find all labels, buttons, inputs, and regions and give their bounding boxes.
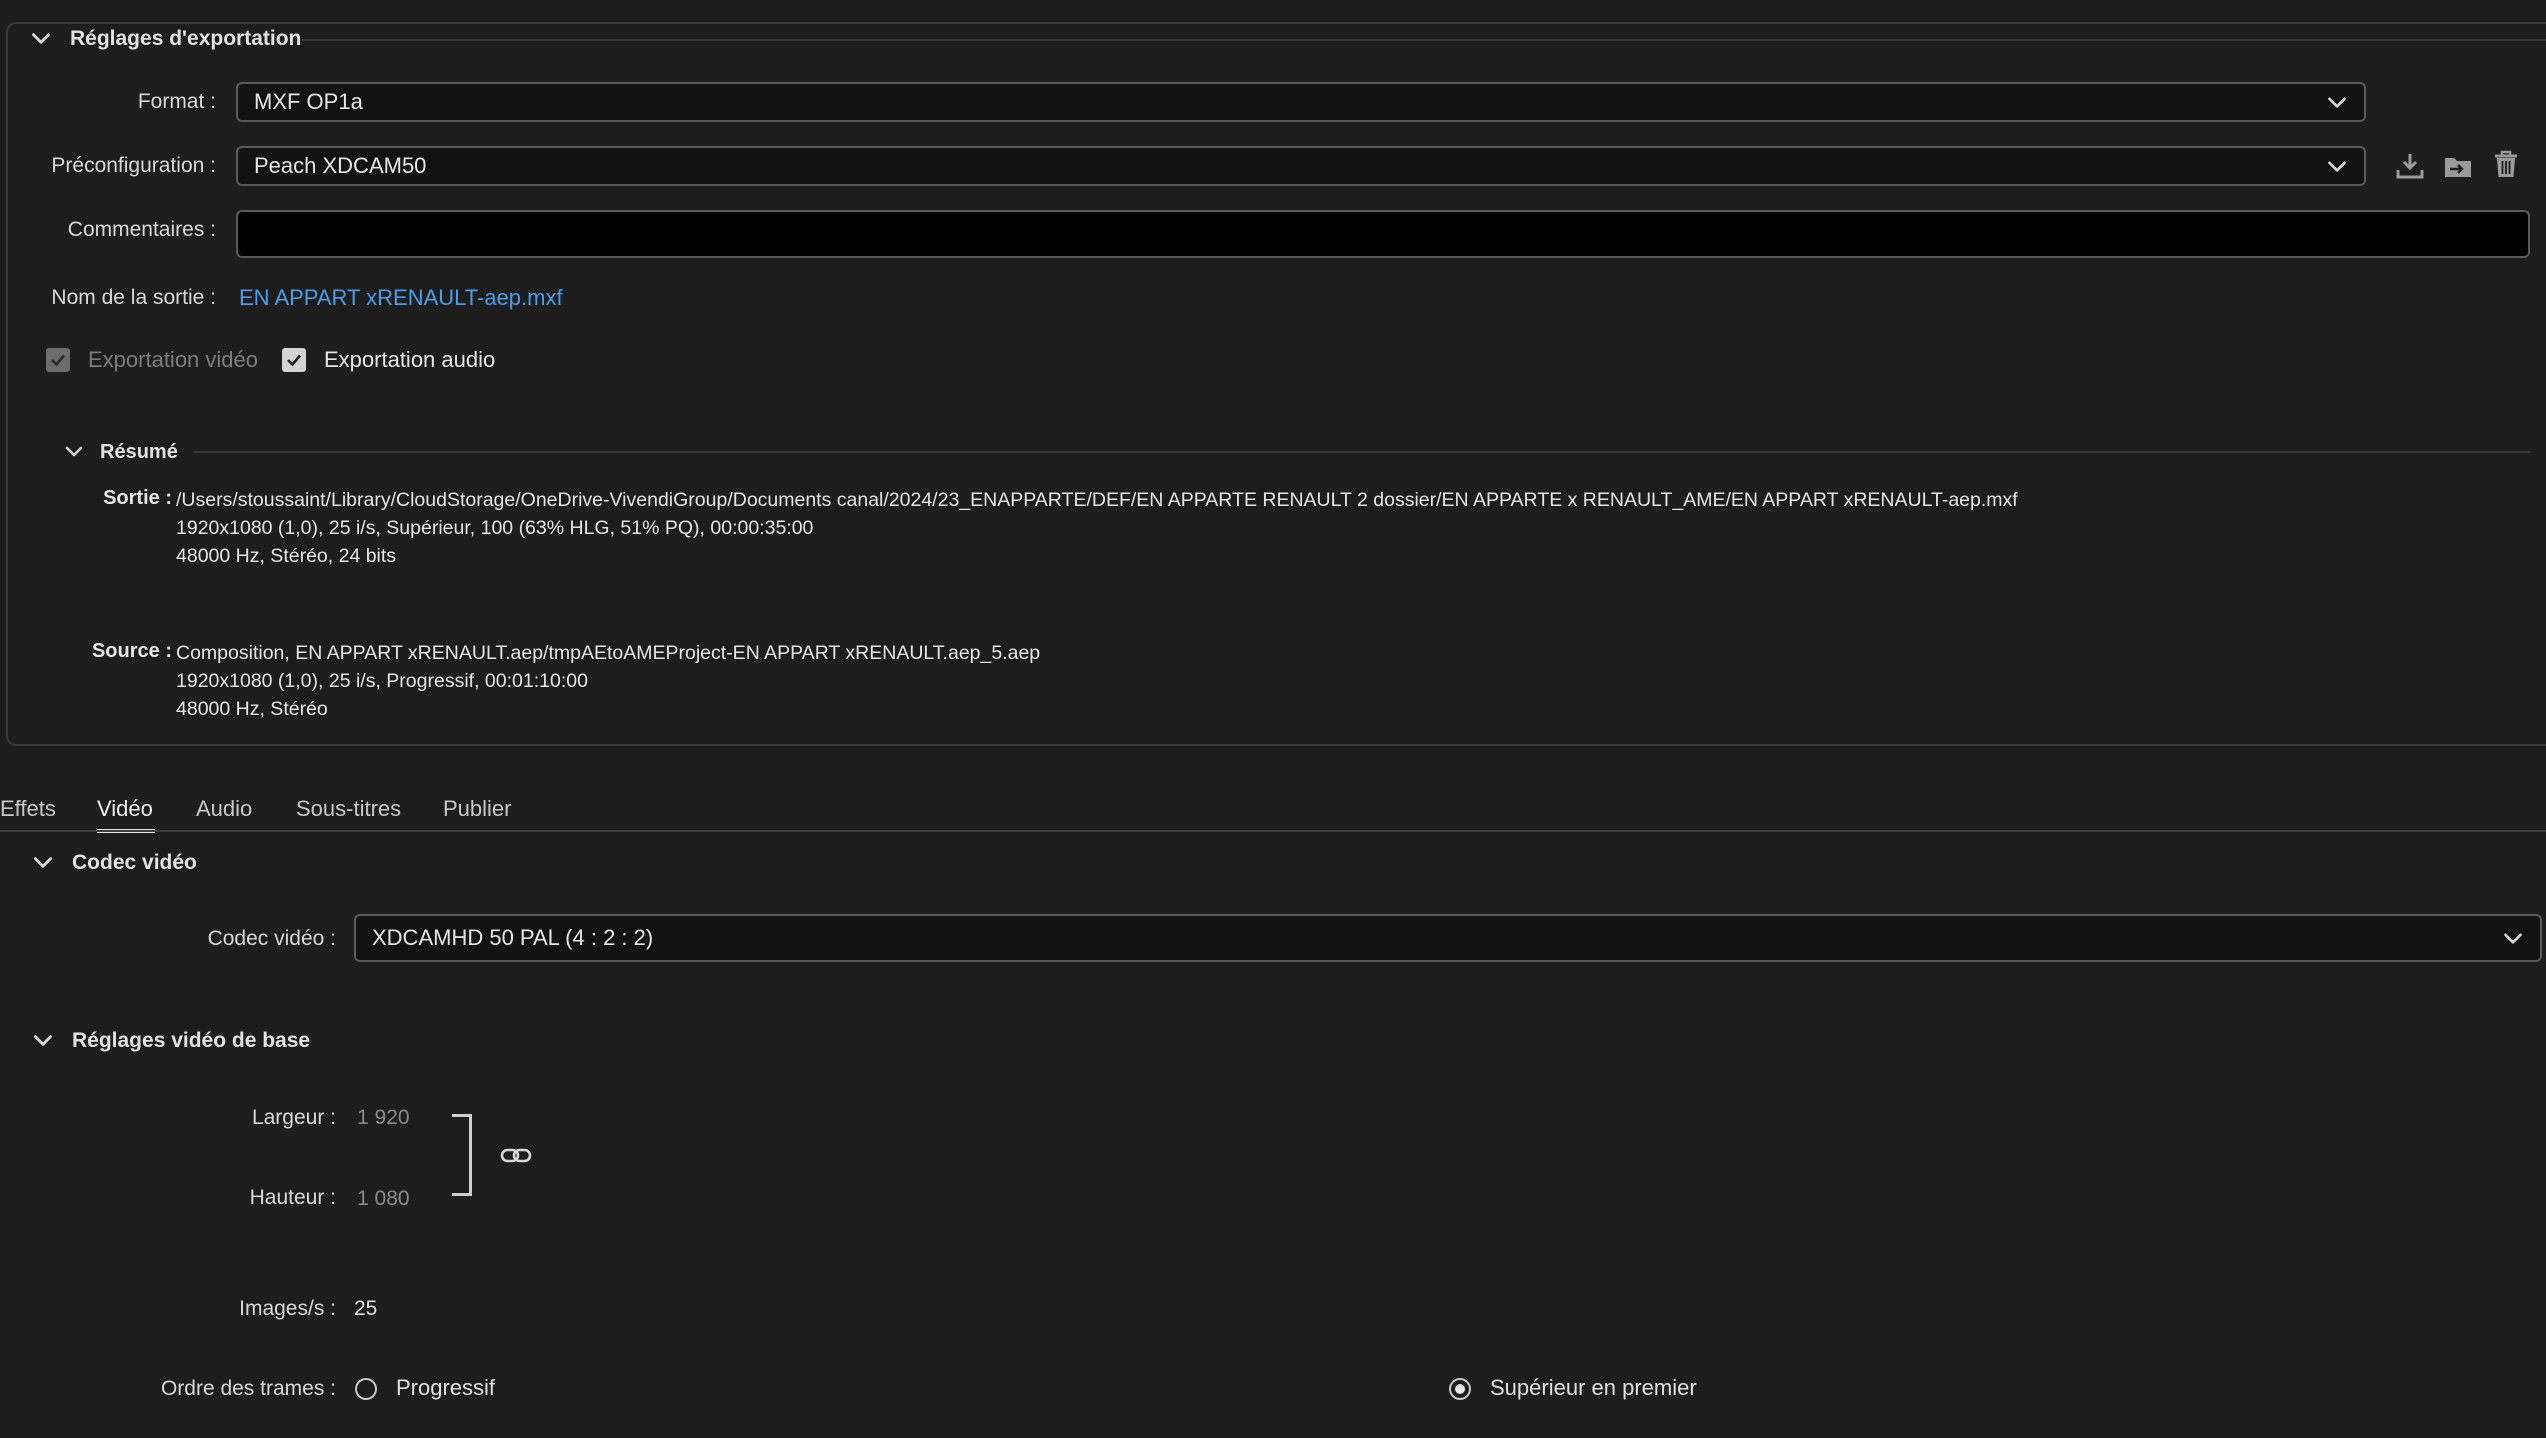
export-audio-label: Exportation audio [324,347,496,372]
chevron-down-icon [28,26,54,52]
summary-output-block: /Users/stoussaint/Library/CloudStorage/O… [176,486,2018,570]
summary-output-path: /Users/stoussaint/Library/CloudStorage/O… [176,489,2018,511]
field-order-label: Ordre des trames : [160,1377,336,1400]
summary-source-video: 1920x1080 (1,0), 25 i/s, Progressif, 00:… [176,670,588,692]
chevron-down-icon [30,1028,56,1054]
export-settings-panel [6,22,2546,746]
fps-label: Images/s : [239,1297,336,1320]
summary-output-audio: 48000 Hz, Stéréo, 24 bits [176,545,397,567]
summary-divider [194,451,2530,453]
radio-progressive-label: Progressif [396,1375,496,1400]
export-settings-header[interactable]: Réglages d'exportation [28,26,316,52]
link-icon[interactable] [500,1142,532,1170]
tab-video[interactable]: Vidéo [97,796,153,822]
export-video-checkbox[interactable] [46,348,70,372]
tab-publish[interactable]: Publier [443,796,511,822]
tab-subtitles[interactable]: Sous-titres [296,796,401,822]
chevron-down-icon [62,440,86,464]
summary-title: Résumé [100,440,178,463]
header-divider [302,39,2546,41]
comments-label: Commentaires : [67,218,216,241]
basic-video-header[interactable]: Réglages vidéo de base [30,1028,310,1054]
height-label: Hauteur : [249,1186,336,1209]
chevron-down-icon [30,850,56,876]
export-video-label: Exportation vidéo [88,347,258,372]
export-settings-title: Réglages d'exportation [70,27,302,50]
download-icon[interactable] [2394,150,2426,182]
summary-source-block: Composition, EN APPART xRENAULT.aep/tmpA… [176,639,1040,723]
comments-input[interactable] [236,210,2530,258]
video-codec-title: Codec vidéo [72,851,197,874]
link-bracket [452,1114,472,1196]
chevron-down-icon [2500,925,2526,951]
preset-value: Peach XDCAM50 [254,153,427,178]
width-value[interactable]: 1 920 [357,1106,410,1130]
radio-upper-field-first[interactable] [1449,1378,1471,1400]
radio-progressive[interactable] [355,1378,377,1400]
video-codec-value: XDCAMHD 50 PAL (4 : 2 : 2) [372,925,654,950]
width-label: Largeur : [251,1106,336,1129]
chevron-down-icon [2324,89,2350,115]
format-value: MXF OP1a [254,89,363,114]
tab-bar-divider [0,830,2546,832]
summary-source-label: Source : [91,640,172,662]
video-codec-header[interactable]: Codec vidéo [30,850,197,876]
fps-value[interactable]: 25 [354,1297,377,1321]
checkmark-icon [287,354,301,367]
summary-output-video: 1920x1080 (1,0), 25 i/s, Supérieur, 100 … [176,517,814,539]
format-select[interactable]: MXF OP1a [236,82,2366,122]
tab-audio[interactable]: Audio [196,796,252,822]
video-codec-label: Codec vidéo : [207,927,336,950]
preset-select[interactable]: Peach XDCAM50 [236,146,2366,186]
import-folder-icon[interactable] [2442,150,2474,182]
height-value[interactable]: 1 080 [357,1187,410,1211]
basic-video-title: Réglages vidéo de base [72,1029,311,1052]
checkmark-icon [51,354,65,367]
trash-icon[interactable] [2490,148,2522,180]
radio-selected-dot [1455,1384,1465,1394]
output-name-link[interactable]: EN APPART xRENAULT-aep.mxf [239,285,563,311]
video-codec-select[interactable]: XDCAMHD 50 PAL (4 : 2 : 2) [354,914,2542,962]
summary-output-label: Sortie : [103,487,172,509]
format-label: Format : [137,90,216,113]
export-audio-checkbox[interactable] [282,348,306,372]
output-name-label: Nom de la sortie : [51,286,216,309]
summary-source-audio: 48000 Hz, Stéréo [176,698,328,720]
preset-label: Préconfiguration : [51,154,216,177]
radio-upper-field-first-label: Supérieur en premier [1490,1375,1697,1400]
summary-source-composition: Composition, EN APPART xRENAULT.aep/tmpA… [176,642,1041,664]
chevron-down-icon [2324,153,2350,179]
tab-effects[interactable]: Effets [0,796,56,822]
summary-header[interactable]: Résumé [62,440,178,464]
